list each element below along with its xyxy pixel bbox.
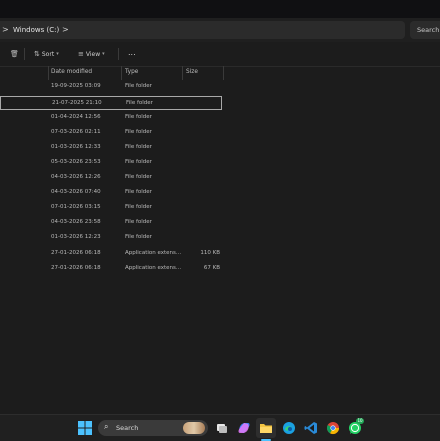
date-modified-cell: 07-03-2026 02:11 (51, 129, 101, 135)
file-row-selected[interactable]: 21-07-2025 21:10 File folder (0, 96, 222, 110)
date-modified-cell: 21-07-2025 21:10 (52, 100, 102, 106)
breadcrumb-windows-c[interactable]: Windows (C:) (13, 26, 59, 34)
type-cell: File folder (125, 204, 152, 210)
type-cell: File folder (125, 83, 152, 89)
trash-icon: 🗑 (10, 50, 19, 58)
file-row[interactable]: 04-03-2026 12:26 File folder (0, 171, 222, 185)
file-row[interactable]: 27-01-2026 06:18 Application extens... 1… (0, 247, 222, 261)
taskbar-search-box[interactable]: ⌕ Search (98, 420, 208, 436)
file-row[interactable]: 04-03-2026 23:58 File folder (0, 216, 222, 230)
column-divider[interactable] (121, 66, 122, 80)
size-cell: 67 KB (203, 265, 220, 271)
date-modified-cell: 04-03-2026 23:58 (51, 219, 101, 225)
window-title-strip (0, 0, 440, 18)
date-modified-cell: 27-01-2026 06:18 (51, 250, 101, 256)
column-divider[interactable] (48, 66, 49, 80)
file-row[interactable]: 04-03-2026 07:40 File folder (0, 186, 222, 200)
view-label: View (85, 50, 101, 58)
type-cell: File folder (125, 129, 152, 135)
type-cell: File folder (125, 174, 152, 180)
sort-button[interactable]: ⇅ Sort ▾ (34, 49, 59, 59)
file-row[interactable]: 01-03-2026 12:23 File folder (0, 231, 222, 245)
view-icon: ≡ (78, 50, 84, 58)
view-button[interactable]: ≡ View ▾ (78, 49, 105, 59)
delete-button[interactable]: 🗑 (10, 49, 19, 59)
column-headers: Date modified Type Size (0, 66, 440, 80)
column-divider[interactable] (182, 66, 183, 80)
chrome-icon[interactable] (326, 421, 340, 435)
taskbar: ⌕ Search 10 (0, 414, 440, 441)
size-cell: 110 KB (200, 250, 220, 256)
breadcrumb-chevron-icon[interactable]: > (62, 25, 69, 34)
vscode-icon[interactable] (304, 421, 318, 435)
copilot-icon[interactable] (237, 421, 251, 435)
file-row[interactable]: 07-03-2026 02:11 File folder (0, 126, 222, 140)
chevron-down-icon: ▾ (56, 51, 59, 57)
file-row[interactable]: 19-09-2025 03:09 File folder (0, 80, 222, 94)
file-row[interactable]: 01-03-2026 12:33 File folder (0, 141, 222, 155)
date-modified-cell: 19-09-2025 03:09 (51, 83, 101, 89)
type-cell: File folder (125, 159, 152, 165)
file-row[interactable]: 07-01-2026 03:15 File folder (0, 201, 222, 215)
column-divider[interactable] (223, 66, 224, 80)
date-modified-cell: 01-04-2024 12:56 (51, 114, 101, 120)
address-bar[interactable]: > Windows (C:) > (0, 21, 405, 39)
edge-browser-icon[interactable] (282, 421, 296, 435)
command-bar: 🗑 ⇅ Sort ▾ ≡ View ▾ ... (0, 42, 440, 67)
file-row[interactable]: 27-01-2026 06:18 Application extens... 6… (0, 262, 222, 276)
windows-start-icon[interactable] (78, 421, 92, 435)
address-row: > Windows (C:) > Search (0, 18, 440, 42)
sort-icon: ⇅ (34, 50, 40, 58)
type-cell: File folder (125, 144, 152, 150)
date-modified-cell: 07-01-2026 03:15 (51, 204, 101, 210)
search-highlight-image (183, 422, 205, 434)
type-cell: File folder (125, 234, 152, 240)
file-explorer-icon[interactable] (259, 421, 273, 435)
date-modified-cell: 01-03-2026 12:23 (51, 234, 101, 240)
date-modified-cell: 04-03-2026 07:40 (51, 189, 101, 195)
search-icon: ⌕ (104, 422, 109, 431)
chevron-down-icon: ▾ (102, 51, 105, 57)
type-cell: File folder (125, 114, 152, 120)
column-header-date-modified[interactable]: Date modified (51, 69, 92, 75)
type-cell: File folder (125, 219, 152, 225)
toolbar-divider (118, 48, 119, 60)
taskbar-search-label: Search (116, 424, 139, 432)
breadcrumb-chevron-icon[interactable]: > (2, 25, 9, 34)
type-cell: File folder (126, 100, 153, 106)
toolbar-divider (24, 48, 25, 60)
date-modified-cell: 04-03-2026 12:26 (51, 174, 101, 180)
sort-label: Sort (41, 50, 55, 58)
search-input[interactable]: Search (410, 21, 440, 39)
notification-badge: 10 (356, 418, 364, 424)
more-options-button[interactable]: ... (128, 47, 136, 57)
date-modified-cell: 01-03-2026 12:33 (51, 144, 101, 150)
column-header-size[interactable]: Size (186, 69, 198, 75)
date-modified-cell: 27-01-2026 06:18 (51, 265, 101, 271)
file-row[interactable]: 05-03-2026 23:53 File folder (0, 156, 222, 170)
column-header-type[interactable]: Type (125, 69, 138, 75)
file-row[interactable]: 01-04-2024 12:56 File folder (0, 111, 222, 125)
search-placeholder: Search (417, 26, 440, 34)
type-cell: File folder (125, 189, 152, 195)
task-view-icon[interactable] (215, 421, 229, 435)
date-modified-cell: 05-03-2026 23:53 (51, 159, 101, 165)
